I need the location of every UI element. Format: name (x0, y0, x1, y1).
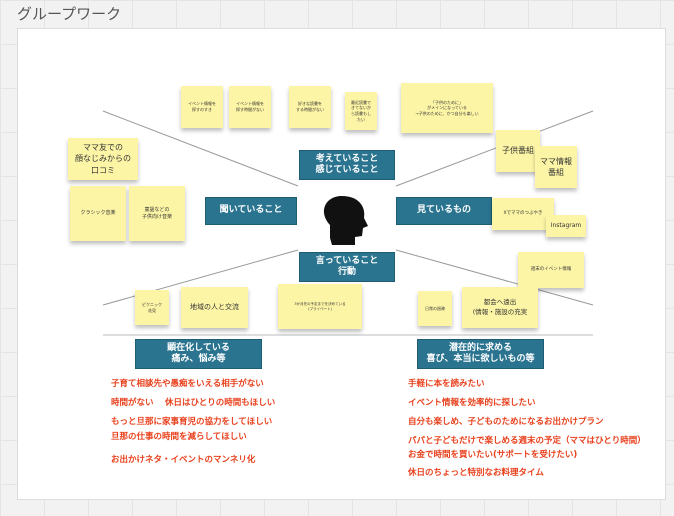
sticky-note[interactable]: Xでママのつぶやき (492, 198, 554, 230)
gain-item: 手軽に本を読みたい (408, 379, 485, 389)
sticky-note[interactable]: クラシック音楽 (70, 186, 126, 241)
say-do-label: 言っていること 行動 (299, 252, 395, 282)
pain-item: お出かけネタ・イベントのマンネリ化 (111, 455, 256, 465)
sticky-note[interactable]: 子供番組 (496, 130, 540, 172)
sticky-note[interactable]: 最近読書で きてないか ら読書もし たい (345, 92, 377, 130)
gain-item: パパと子どもだけで楽しめる週末の予定（ママはひとり時間） (408, 436, 646, 446)
sticky-note[interactable]: 好きな読書を する時間がない (289, 86, 331, 128)
gain-item: お金で時間を買いたい(サポートを受けたい) (408, 450, 578, 460)
sticky-note[interactable]: ママ友での 顔なじみからの 口コミ (68, 138, 138, 180)
gain-item: 休日のちょっと特別なお料理タイム (408, 468, 544, 478)
sticky-note[interactable]: Instagram (546, 215, 586, 237)
pain-item: 子育て相談先や愚痴をいえる相手がない (111, 379, 264, 389)
pain-item: もっと旦那に家事育児の協力をしてほしい (111, 417, 273, 427)
sticky-note[interactable]: 日常の過疎 (418, 291, 452, 326)
hear-label: 聞いていること (205, 197, 297, 225)
sticky-note[interactable]: 童謡などの 子供向け音楽 (129, 186, 185, 241)
sticky-note[interactable]: 「子供のために」 がメインになっている →子供のために、かつ自分も楽しい (401, 83, 493, 133)
sticky-note[interactable]: ピクニック 花見 (135, 290, 169, 325)
pain-item: 時間がない 休日はひとりの時間もほしい (111, 398, 276, 408)
sticky-note[interactable]: 週末のイベント情報 (518, 252, 584, 288)
see-label: 見ているもの (396, 197, 492, 225)
sticky-note[interactable]: 3か月先の予定までを決めている (プライベート) (278, 284, 362, 329)
sticky-note[interactable]: イベント情報を 探すのすき (181, 86, 223, 128)
gain-label: 潜在的に求める 喜び、本当に欲しいもの等 (417, 339, 544, 369)
gain-item: 自分も楽しめ、子どものためになるお出かけプラン (408, 417, 604, 427)
sticky-note[interactable]: ママ情報 番組 (535, 146, 577, 188)
pain-label: 顕在化している 痛み、悩み等 (135, 339, 262, 369)
pain-item: 旦那の仕事の時間を減らしてほしい (111, 432, 247, 442)
sticky-note[interactable]: イベント情報を 探す時間がない (229, 86, 271, 128)
sticky-note[interactable]: 地域の人と交流 (181, 287, 248, 328)
think-feel-label: 考えていること 感じていること (299, 150, 395, 180)
head-silhouette-icon (323, 196, 368, 245)
gain-item: イベント情報を効率的に探したい (408, 398, 536, 408)
sticky-note[interactable]: 都会へ遠出 (情報・施設の充実 (462, 287, 538, 328)
